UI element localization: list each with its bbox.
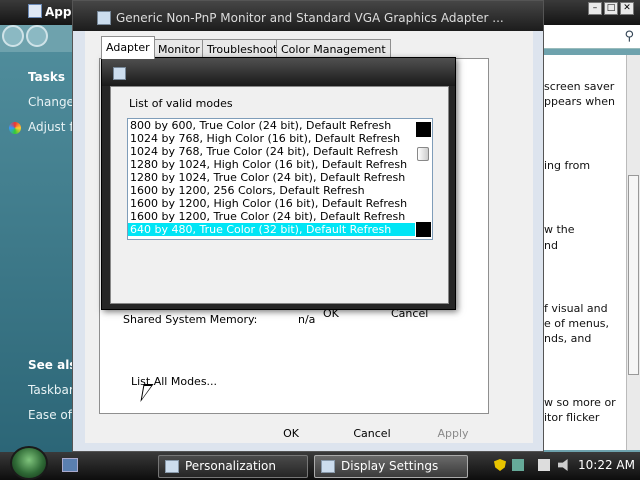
minimize-button[interactable]: – bbox=[588, 2, 602, 15]
show-desktop-icon[interactable] bbox=[62, 458, 78, 472]
dialog-cancel-button[interactable]: Cancel bbox=[391, 307, 428, 320]
shared-memory-label: Shared System Memory: bbox=[123, 313, 258, 326]
list-item[interactable]: 1600 by 1200, True Color (24 bit), Defau… bbox=[128, 210, 416, 223]
start-button[interactable] bbox=[10, 446, 48, 480]
sidebar-link-change[interactable]: Change bbox=[28, 95, 74, 109]
sidebar-link-adjust[interactable]: Adjust f bbox=[28, 120, 74, 134]
tab-color-management[interactable]: Color Management bbox=[276, 39, 391, 59]
list-item[interactable]: 1280 by 1024, High Color (16 bit), Defau… bbox=[128, 158, 416, 171]
maximize-button[interactable]: □ bbox=[604, 2, 618, 15]
display-icon bbox=[113, 67, 126, 80]
taskbar-button-label: Display Settings bbox=[341, 459, 439, 473]
scrollbar-thumb[interactable] bbox=[417, 147, 429, 161]
list-item[interactable]: 1280 by 1024, True Color (24 bit), Defau… bbox=[128, 171, 416, 184]
tab-troubleshoot[interactable]: Troubleshoot bbox=[202, 39, 283, 59]
content-text: nds, and bbox=[544, 332, 592, 345]
shared-memory-value: n/a bbox=[298, 313, 316, 326]
content-text: itor flicker bbox=[544, 411, 600, 424]
clock[interactable]: 10:22 AM bbox=[578, 458, 635, 472]
search-icon[interactable]: ⚲ bbox=[624, 29, 634, 44]
content-text: f visual and bbox=[544, 302, 608, 315]
modes-listbox[interactable]: 800 by 600, True Color (24 bit), Default… bbox=[127, 118, 433, 240]
display-settings-title: Generic Non-PnP Monitor and Standard VGA… bbox=[116, 11, 504, 25]
display-icon bbox=[97, 11, 111, 25]
system-tray: 10:22 AM bbox=[488, 455, 640, 478]
action-center-flag-icon[interactable] bbox=[538, 459, 550, 471]
content-text: e of menus, bbox=[544, 317, 610, 330]
cancel-button[interactable]: Cancel bbox=[335, 427, 409, 440]
color-wheel-icon bbox=[9, 122, 21, 134]
scroll-down-button[interactable] bbox=[416, 222, 431, 237]
personalization-title: App bbox=[45, 5, 72, 19]
valid-modes-label: List of valid modes bbox=[129, 97, 233, 110]
nav-buttons bbox=[2, 25, 50, 50]
ok-button[interactable]: OK bbox=[254, 427, 328, 440]
content-text: ppears when bbox=[544, 95, 615, 108]
list-modes-dialog: List of valid modes 800 by 600, True Col… bbox=[101, 57, 456, 320]
taskbar-display-settings-button[interactable]: Display Settings bbox=[314, 455, 468, 478]
dialog-content: List of valid modes 800 by 600, True Col… bbox=[110, 86, 449, 320]
content-text: ing from bbox=[544, 159, 591, 172]
apply-button[interactable]: Apply bbox=[416, 427, 490, 440]
network-icon[interactable] bbox=[512, 459, 524, 471]
list-item[interactable]: 1600 by 1200, High Color (16 bit), Defau… bbox=[128, 197, 416, 210]
taskbar-personalization-button[interactable]: Personalization bbox=[158, 455, 308, 478]
content-text: w so more or bbox=[544, 396, 616, 409]
list-item[interactable]: 1024 by 768, True Color (24 bit), Defaul… bbox=[128, 145, 416, 158]
forward-button[interactable] bbox=[26, 25, 48, 47]
tab-adapter[interactable]: Adapter bbox=[101, 36, 155, 59]
scroll-up-button[interactable] bbox=[416, 122, 431, 137]
volume-icon[interactable] bbox=[558, 459, 568, 471]
back-button[interactable] bbox=[2, 25, 24, 47]
dialog-ok-button[interactable]: OK bbox=[323, 307, 339, 320]
see-also-ease-link[interactable]: Ease of bbox=[28, 408, 72, 422]
dialog-titlebar bbox=[102, 58, 455, 86]
content-text: nd bbox=[544, 239, 558, 252]
personalization-icon bbox=[165, 460, 179, 473]
content-scrollbar-thumb[interactable] bbox=[628, 175, 639, 375]
display-settings-icon bbox=[321, 460, 335, 473]
see-also-taskbar-link[interactable]: Taskbar bbox=[28, 383, 74, 397]
display-settings-titlebar: Generic Non-PnP Monitor and Standard VGA… bbox=[73, 1, 543, 31]
personalization-app-icon bbox=[28, 4, 42, 18]
content-scrollbar[interactable] bbox=[626, 55, 640, 450]
content-text: w the bbox=[544, 223, 575, 236]
list-item-selected[interactable]: 640 by 480, True Color (32 bit), Default… bbox=[128, 223, 416, 236]
security-shield-icon[interactable] bbox=[494, 459, 506, 471]
taskbar-button-label: Personalization bbox=[185, 459, 276, 473]
list-item[interactable]: 1600 by 1200, 256 Colors, Default Refres… bbox=[128, 184, 416, 197]
tasks-heading: Tasks bbox=[28, 70, 66, 84]
tab-monitor[interactable]: Monitor bbox=[153, 39, 205, 59]
list-item[interactable]: 800 by 600, True Color (24 bit), Default… bbox=[128, 119, 416, 132]
list-item[interactable]: 1024 by 768, High Color (16 bit), Defaul… bbox=[128, 132, 416, 145]
content-text: screen saver bbox=[544, 80, 615, 93]
modes-scrollbar[interactable] bbox=[415, 119, 432, 239]
close-button[interactable]: ✕ bbox=[620, 2, 634, 15]
